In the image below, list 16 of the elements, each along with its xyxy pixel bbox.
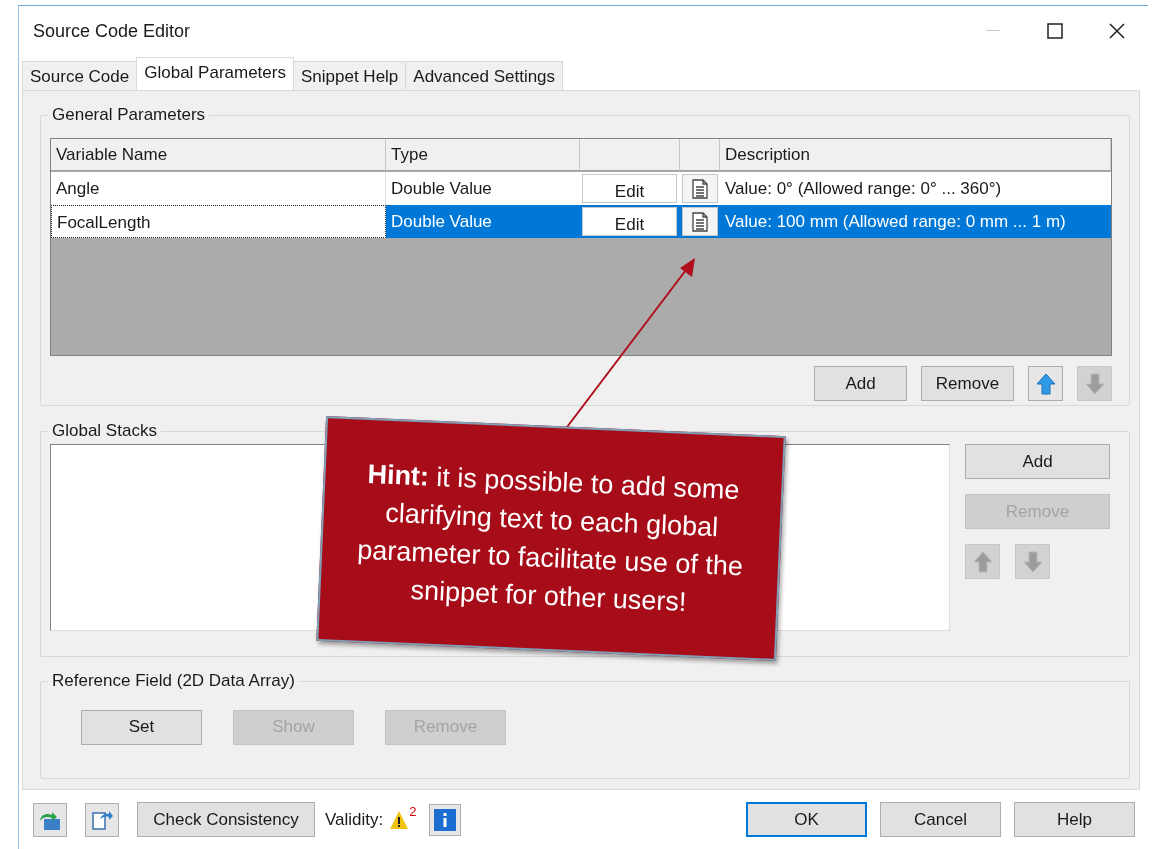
column-header: Variable Name — [51, 139, 386, 171]
table-cell: Value: 100 mm (Allowed range: 0 mm ... 1 m) — [720, 205, 1111, 238]
validity-label: Validity: — [325, 809, 384, 830]
table-cell: Angle — [51, 172, 386, 205]
table-cell: FocalLength — [51, 205, 386, 238]
group-title: General Parameters — [52, 105, 206, 124]
window-title: Source Code Editor — [33, 20, 191, 41]
table-cell: Double Value — [386, 205, 580, 238]
group-title: Reference Field (2D Data Array) — [52, 670, 295, 690]
table-cell: Double Value — [386, 172, 580, 205]
warning-count: 2 — [409, 803, 417, 819]
column-header: Description — [720, 139, 1111, 171]
hint-text: Hint: it is possible to add some clarifying text to each global parameter to facilitate use of the snippet for other users! — [355, 457, 745, 619]
table-cell: Value: 0° (Allowed range: 0° ... 360°) — [720, 172, 1111, 205]
column-header: Type — [386, 139, 580, 171]
group-title: Global Stacks — [52, 421, 157, 440]
